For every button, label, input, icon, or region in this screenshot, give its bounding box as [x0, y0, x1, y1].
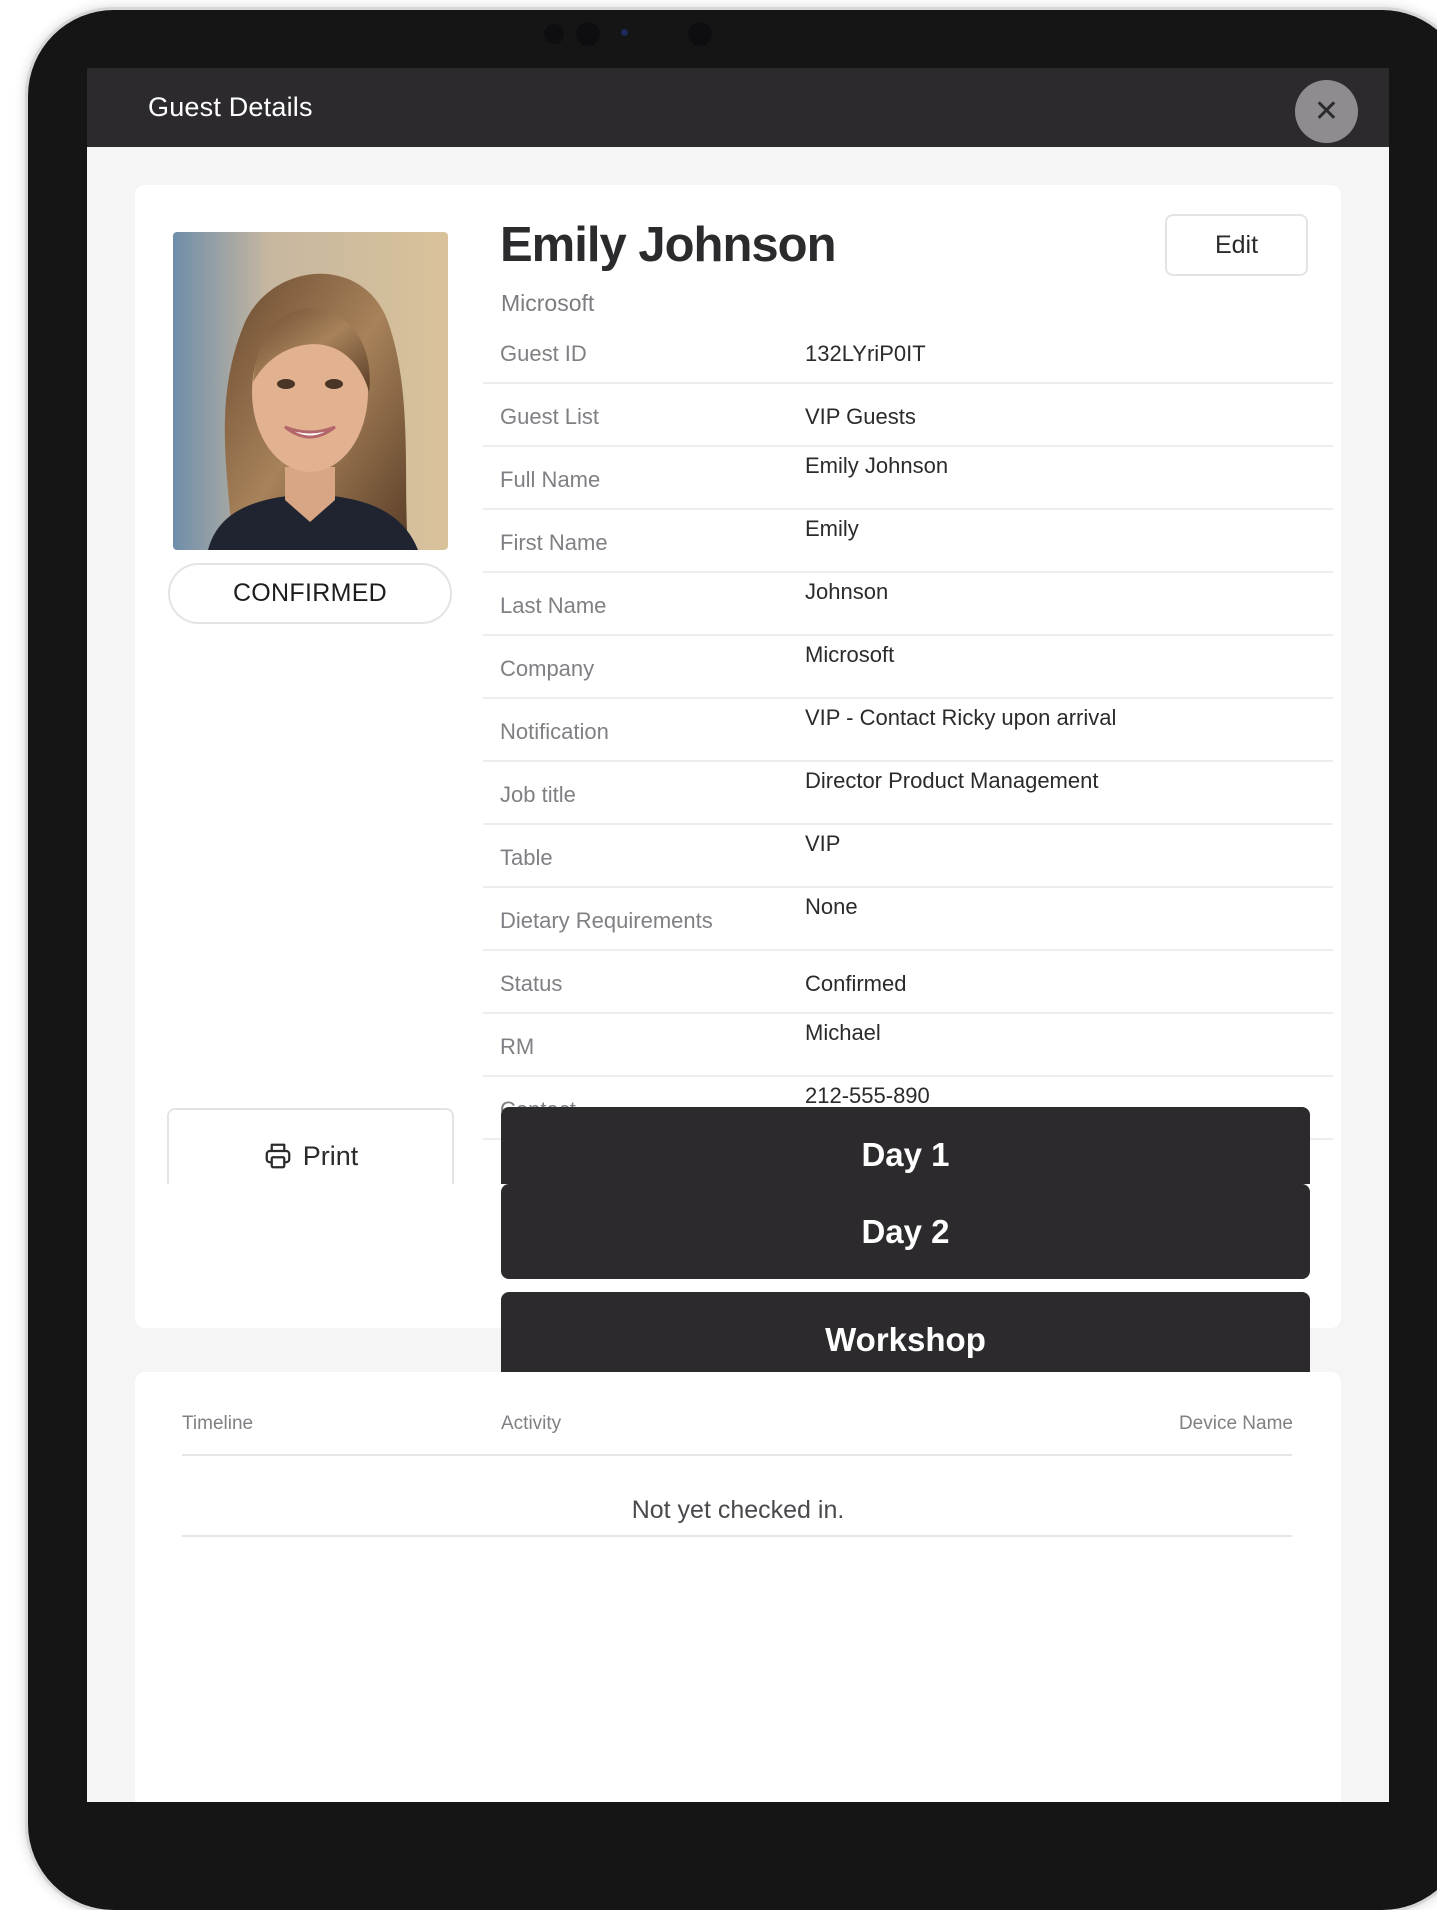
- detail-value: VIP: [805, 831, 841, 856]
- details-table: Guest ID 132LYriP0IT Guest List VIP Gues…: [483, 321, 1333, 1140]
- detail-value: Johnson: [805, 579, 889, 604]
- session-button-day-2[interactable]: Day 2: [501, 1184, 1310, 1279]
- close-icon: ✕: [1313, 95, 1340, 128]
- portrait-image: [173, 232, 448, 550]
- activity-column-header: Activity: [501, 1413, 562, 1434]
- detail-label: Job title: [500, 782, 576, 807]
- sessions-card: Day 2 Workshop: [135, 1184, 1341, 1387]
- detail-row-dietary: Dietary Requirements None: [483, 888, 1333, 951]
- detail-label: Full Name: [500, 467, 601, 492]
- empty-state-message: Not yet checked in.: [631, 1496, 845, 1524]
- guest-name: Emily Johnson: [500, 218, 837, 272]
- detail-value: Emily: [805, 516, 859, 541]
- status-badge: CONFIRMED: [168, 563, 452, 624]
- detail-label: Guest List: [500, 404, 600, 429]
- timeline-column-header: Timeline: [182, 1413, 254, 1434]
- detail-label: Table: [500, 845, 553, 870]
- detail-label: Guest ID: [500, 341, 587, 366]
- detail-label: Notification: [500, 719, 609, 744]
- detail-value: VIP Guests: [805, 404, 916, 429]
- detail-value: None: [805, 894, 858, 919]
- detail-row-company: Company Microsoft: [483, 636, 1333, 699]
- modal-title: Guest Details: [148, 92, 313, 122]
- detail-row-table: Table VIP: [483, 825, 1333, 888]
- detail-label: Last Name: [500, 593, 607, 618]
- detail-value: Confirmed: [805, 971, 907, 996]
- detail-row-status: Status Confirmed: [483, 951, 1333, 1014]
- camera-sensor: [688, 22, 712, 46]
- camera-lens: [576, 22, 600, 46]
- close-button[interactable]: ✕: [1295, 80, 1358, 143]
- detail-row-rm: RM Michael: [483, 1014, 1333, 1077]
- edit-button[interactable]: Edit: [1165, 214, 1308, 276]
- detail-label: First Name: [500, 530, 608, 555]
- detail-row-last-name: Last Name Johnson: [483, 573, 1333, 636]
- detail-row-guest-id: Guest ID 132LYriP0IT: [483, 321, 1333, 384]
- detail-label: RM: [500, 1034, 535, 1059]
- detail-value: Director Product Management: [805, 768, 1099, 793]
- detail-label: Status: [500, 971, 563, 996]
- camera-indicator: [621, 29, 628, 36]
- row-divider: [182, 1535, 1292, 1537]
- detail-value: Michael: [805, 1020, 881, 1045]
- modal-header: Guest Details ✕: [87, 68, 1389, 147]
- screen: Guest Details ✕ CONFIRMED Emily Johnson …: [87, 68, 1389, 1802]
- detail-value: Microsoft: [805, 642, 895, 667]
- detail-row-notification: Notification VIP - Contact Ricky upon ar…: [483, 699, 1333, 762]
- detail-row-full-name: Full Name Emily Johnson: [483, 447, 1333, 510]
- header-divider: [182, 1454, 1292, 1456]
- camera-sensor: [544, 24, 564, 44]
- guest-company: Microsoft: [501, 290, 595, 316]
- guest-photo: [173, 232, 448, 550]
- detail-value: 132LYriP0IT: [805, 341, 926, 366]
- detail-label: Dietary Requirements: [500, 908, 713, 933]
- detail-row-first-name: First Name Emily: [483, 510, 1333, 573]
- device-name-column-header: Device Name: [1178, 1413, 1293, 1434]
- guest-info-card: CONFIRMED Emily Johnson Microsoft Edit G…: [135, 185, 1341, 1229]
- detail-label: Company: [500, 656, 595, 681]
- detail-row-guest-list: Guest List VIP Guests: [483, 384, 1333, 447]
- print-label: Print: [302, 1140, 359, 1171]
- printer-icon: [265, 1143, 291, 1169]
- detail-row-job-title: Job title Director Product Management: [483, 762, 1333, 825]
- detail-value: Emily Johnson: [805, 453, 949, 478]
- timeline-card: Timeline Activity Device Name Not yet ch…: [135, 1372, 1341, 1802]
- detail-value: VIP - Contact Ricky upon arrival: [805, 705, 1117, 730]
